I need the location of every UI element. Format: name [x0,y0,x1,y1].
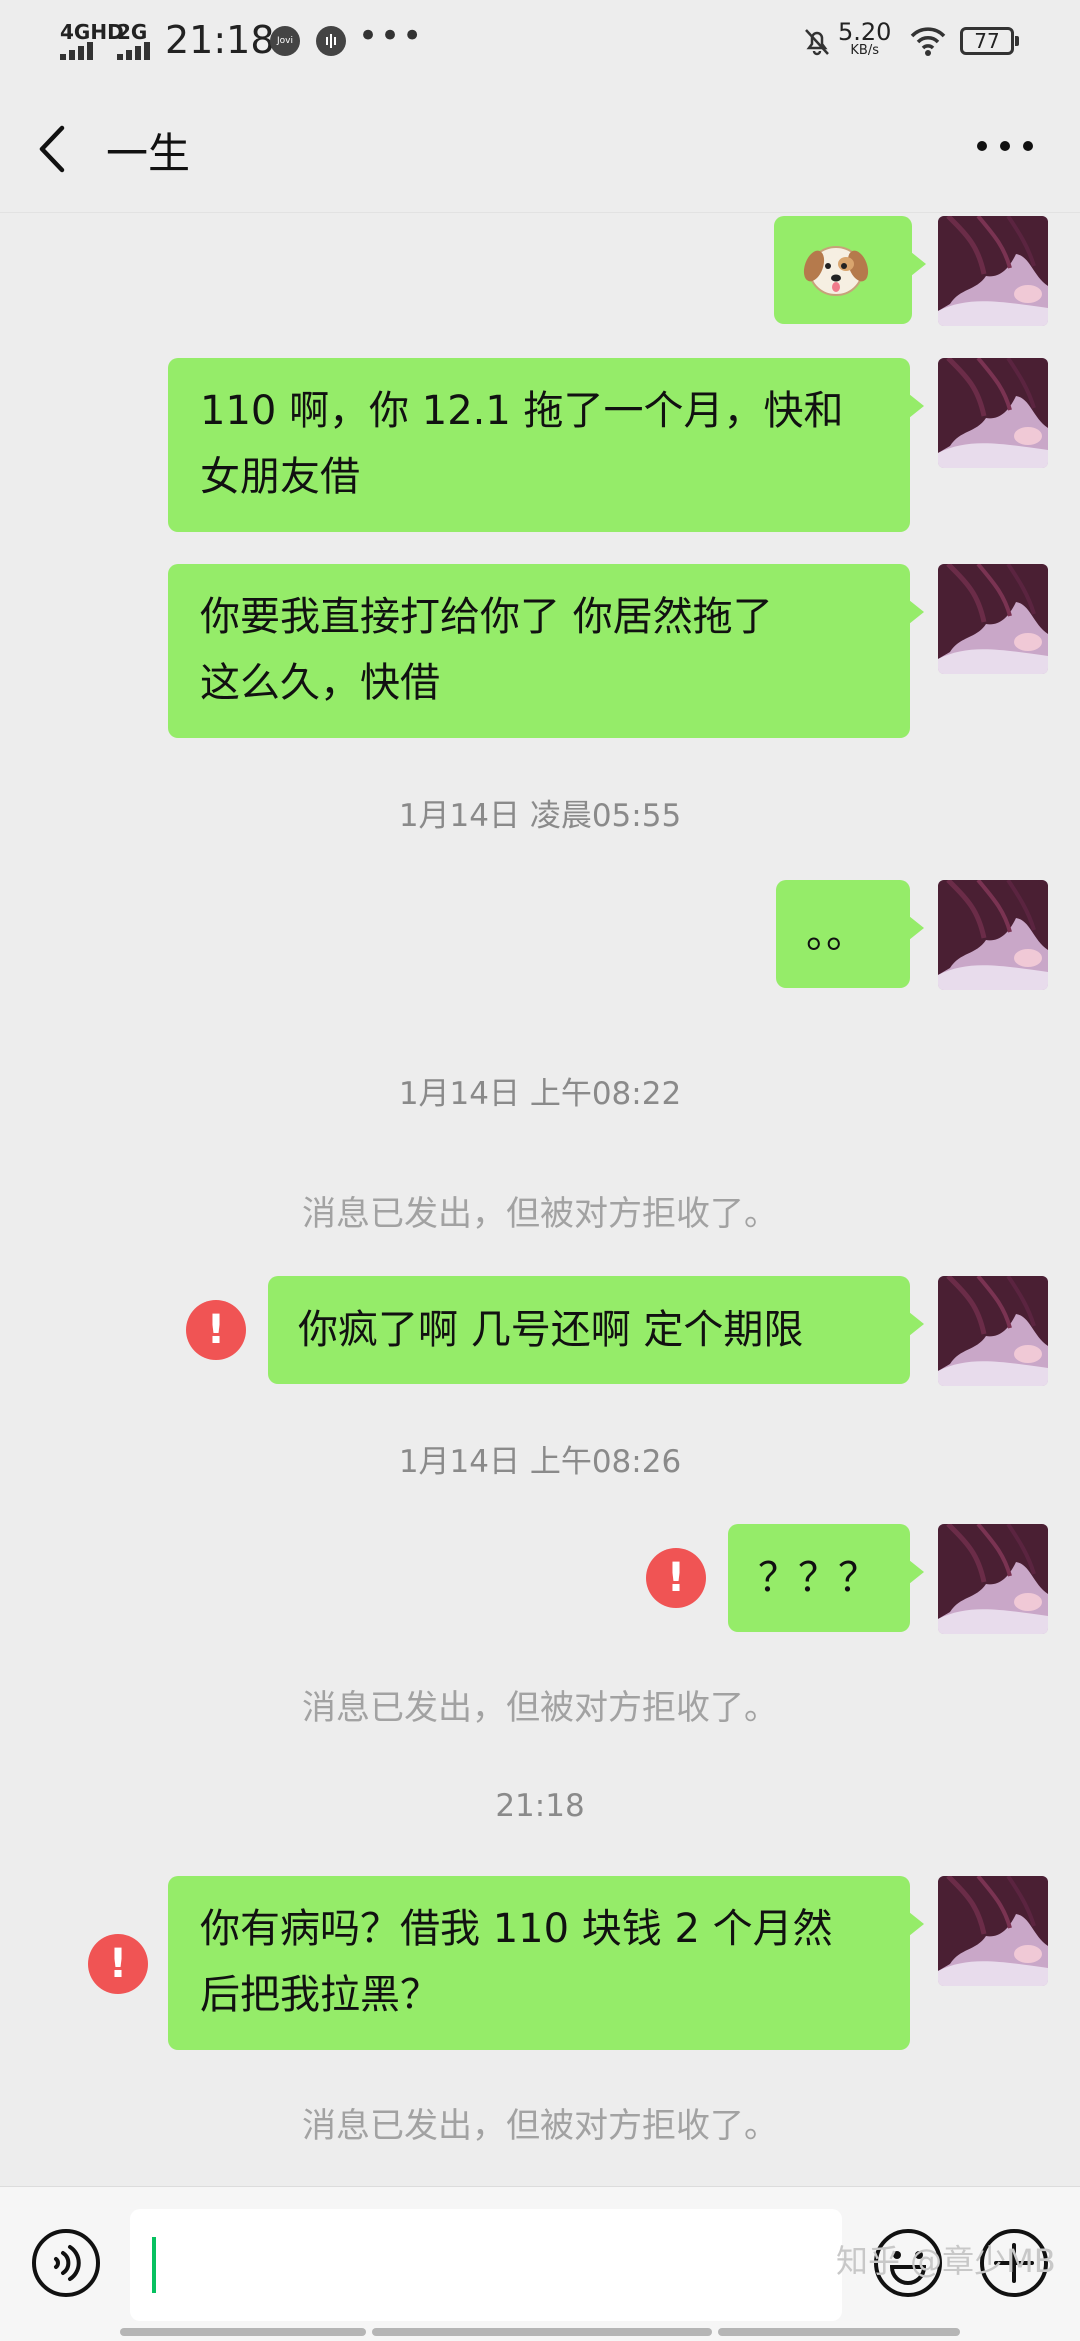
message-text-line: 你要我直接打给你了 你居然拖了 [200,594,773,640]
message-text-line: 你有病吗？借我 110 块钱 2 个月然 [200,1906,833,1952]
watermark: 知乎 @章少MB [836,2242,1056,2280]
jovi-icon: Jovi [270,26,300,56]
message-bubble[interactable]: 110 啊，你 12.1 拖了一个月，快和 女朋友借 [168,358,924,532]
rejected-notice: 消息已发出，但被对方拒收了。 [302,1194,778,1234]
battery-icon: 77 [960,27,1019,55]
status-time: 21:18 [165,18,275,62]
avatar[interactable] [938,564,1048,674]
dog-emoji-icon [803,246,869,296]
status-bar: 4GHD 2G 21:18 Jovi ••• 5.20 KB/s 77 [0,0,1080,86]
nav-bar-segment [718,2328,960,2336]
message-bubble[interactable]: ？？？ [728,1524,924,1632]
message-text-line: 这么久，快借 [200,660,440,706]
message-bubble[interactable]: 。。 [776,880,924,988]
message-bubble[interactable]: 你疯了啊 几号还啊 定个期限 [268,1276,924,1384]
nav-bar-segment [120,2328,366,2336]
message-bubble[interactable]: 你有病吗？借我 110 块钱 2 个月然 后把我拉黑？ [168,1876,924,2050]
chat-title: 一生 [106,129,191,178]
send-failed-icon[interactable]: ! [646,1548,706,1608]
message-text-line: 110 啊，你 12.1 拖了一个月，快和 [200,388,844,434]
avatar[interactable] [938,1276,1048,1386]
message-input[interactable] [130,2209,842,2321]
signal-bars-icon [60,40,93,60]
avatar[interactable] [938,1876,1048,1986]
avatar[interactable] [938,216,1048,326]
message-text-line: 女朋友借 [200,454,360,500]
soundwave-icon [316,26,346,56]
signal-bars-icon [117,40,150,60]
chat-header: 一生 [0,86,1080,213]
message-bubble[interactable]: 你要我直接打给你了 你居然拖了 这么久，快借 [168,564,924,738]
avatar[interactable] [938,358,1048,468]
nav-bar-segment [372,2328,712,2336]
timestamp: 1月14日 上午08:26 [398,1444,682,1480]
timestamp: 1月14日 凌晨05:55 [398,798,682,834]
avatar[interactable] [938,1524,1048,1634]
chevron-left-icon[interactable] [30,114,76,184]
timestamp: 1月14日 上午08:22 [398,1076,682,1112]
timestamp: 21:18 [495,1788,585,1824]
send-failed-icon[interactable]: ! [186,1300,246,1360]
send-failed-icon[interactable]: ! [88,1934,148,1994]
voice-icon[interactable] [30,2227,102,2299]
rejected-notice: 消息已发出，但被对方拒收了。 [302,1688,778,1728]
text-caret [152,2237,156,2293]
network-speed: 5.20 KB/s [838,18,892,58]
more-dots-icon[interactable] [970,116,1040,176]
mute-bell-icon [805,29,829,56]
avatar[interactable] [938,880,1048,990]
wifi-icon [910,27,946,56]
message-text-line: 后把我拉黑？ [200,1972,440,2018]
rejected-notice: 消息已发出，但被对方拒收了。 [302,2106,778,2146]
more-notifications-icon: ••• [358,16,425,56]
message-bubble[interactable] [774,216,926,324]
